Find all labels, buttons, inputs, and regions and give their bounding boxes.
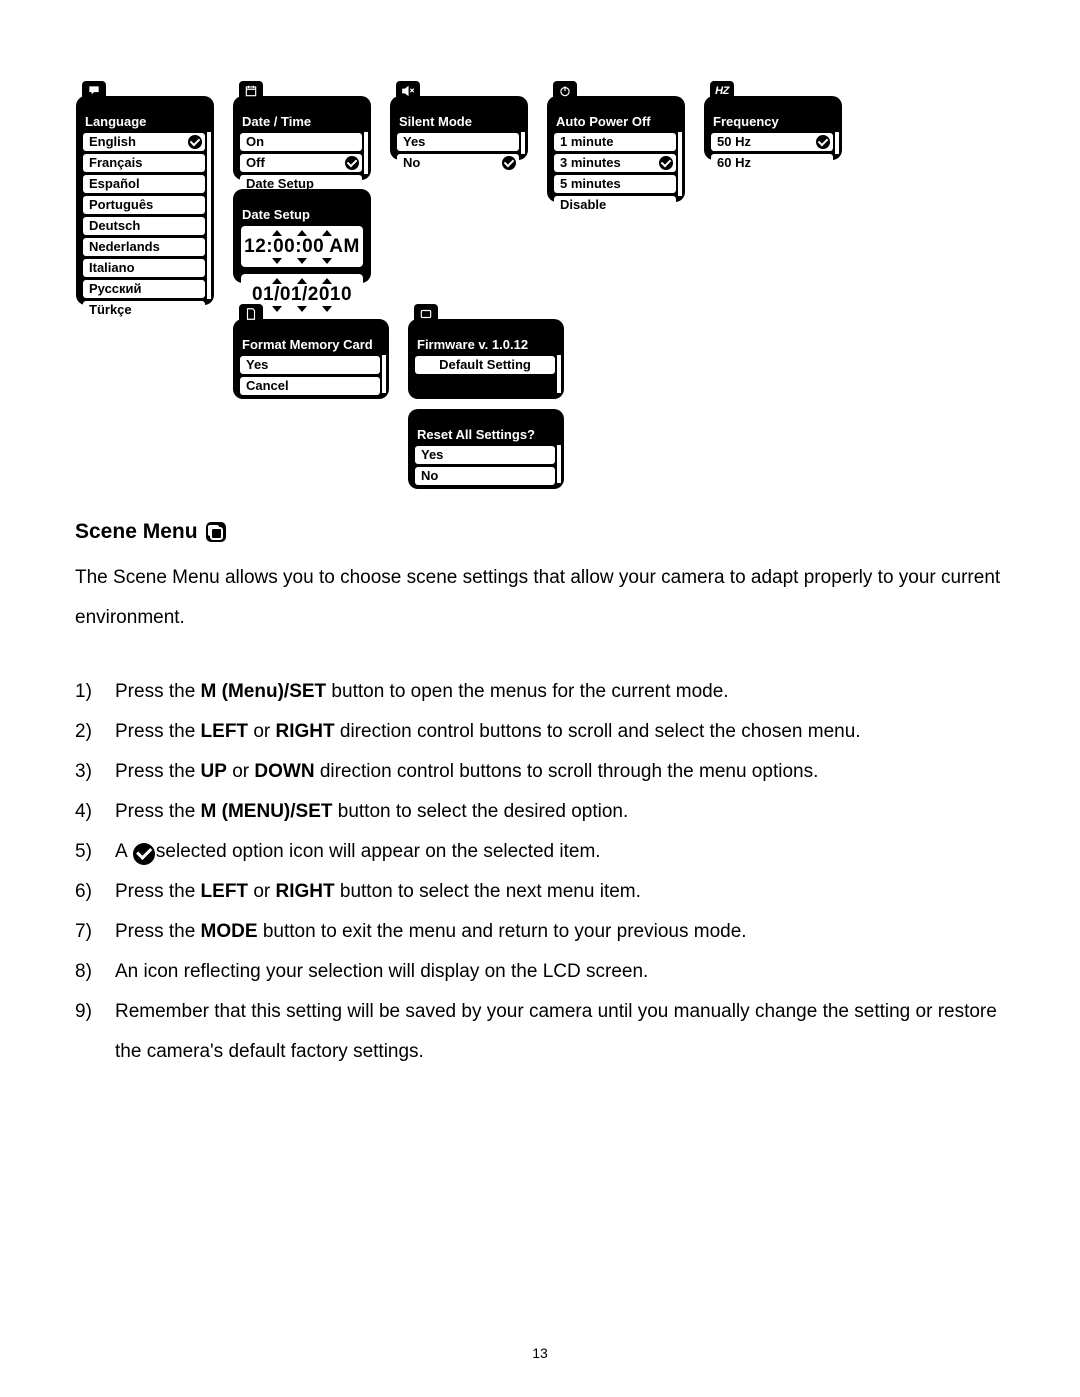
opt-espanol[interactable]: Español — [83, 175, 205, 193]
opt-50hz[interactable]: 50 Hz — [711, 133, 833, 151]
step-5: A selected option icon will appear on th… — [75, 832, 1007, 872]
menu-datesetup: Date Setup 12:00:00 AM 01/01/2010 — [233, 189, 371, 283]
language-icon — [82, 81, 106, 101]
menu-title: Language — [76, 114, 214, 133]
opt-1min[interactable]: 1 minute — [554, 133, 676, 151]
menu-datetime: Date / Time On Off Date Setup — [233, 96, 371, 180]
menu-firmware: Firmware v. 1.0.12 Default Setting — [408, 319, 564, 399]
scrollbar — [835, 132, 839, 154]
menu-title: Date / Time — [233, 114, 371, 133]
step-1: Press the M (Menu)/SET button to open th… — [75, 672, 1007, 712]
menu-title: Date Setup — [233, 207, 371, 226]
check-icon — [133, 843, 155, 865]
opt-on[interactable]: On — [240, 133, 362, 151]
check-icon — [188, 135, 202, 149]
heading-scene-menu: Scene Menu — [75, 520, 1007, 544]
menu-options: English Français Español Português Deuts… — [76, 133, 214, 325]
opt-no[interactable]: No — [415, 467, 555, 485]
check-icon — [816, 135, 830, 149]
menu-silent: Silent Mode Yes No — [390, 96, 528, 160]
menu-title: Auto Power Off — [547, 114, 685, 133]
check-icon — [659, 156, 673, 170]
scene-icon — [206, 522, 226, 542]
calendar-icon — [239, 81, 263, 101]
opt-yes[interactable]: Yes — [240, 356, 380, 374]
menu-frequency: HZ Frequency 50 Hz 60 Hz — [704, 96, 842, 160]
opt-italiano[interactable]: Italiano — [83, 259, 205, 277]
opt-nederlands[interactable]: Nederlands — [83, 238, 205, 256]
opt-deutsch[interactable]: Deutsch — [83, 217, 205, 235]
scrollbar — [364, 132, 368, 174]
menu-language: Language English Français Español Portug… — [76, 96, 214, 305]
menu-title: Reset All Settings? — [408, 427, 564, 446]
opt-yes[interactable]: Yes — [397, 133, 519, 151]
section-scene-menu: Scene Menu The Scene Menu allows you to … — [75, 520, 1007, 1072]
sdcard-icon — [239, 304, 263, 324]
page-number: 13 — [0, 1345, 1080, 1361]
menu-format: Format Memory Card Yes Cancel — [233, 319, 389, 399]
scrollbar — [521, 132, 525, 154]
time-field[interactable]: 12:00:00 AM — [241, 226, 363, 267]
opt-portugues[interactable]: Português — [83, 196, 205, 214]
menu-title: Silent Mode — [390, 114, 528, 133]
menu-reset: Reset All Settings? Yes No — [408, 409, 564, 489]
step-4: Press the M (MENU)/SET button to select … — [75, 792, 1007, 832]
intro-text: The Scene Menu allows you to choose scen… — [75, 558, 1007, 638]
menu-title: Format Memory Card — [233, 337, 389, 356]
opt-english[interactable]: English — [83, 133, 205, 151]
menu-options: Yes Cancel — [233, 356, 389, 401]
scrollbar — [382, 355, 386, 393]
opt-off[interactable]: Off — [240, 154, 362, 172]
firmware-icon — [414, 304, 438, 324]
scrollbar — [557, 355, 561, 393]
mute-icon — [396, 81, 420, 101]
menu-title: Firmware v. 1.0.12 — [408, 337, 564, 356]
opt-default[interactable]: Default Setting — [415, 356, 555, 374]
opt-3min[interactable]: 3 minutes — [554, 154, 676, 172]
opt-cancel[interactable]: Cancel — [240, 377, 380, 395]
hz-icon: HZ — [710, 81, 734, 101]
opt-francais[interactable]: Français — [83, 154, 205, 172]
menu-options: 50 Hz 60 Hz — [704, 133, 842, 178]
opt-5min[interactable]: 5 minutes — [554, 175, 676, 193]
menu-options: Yes No — [390, 133, 528, 178]
scrollbar — [678, 132, 682, 196]
menu-autopoweroff: Auto Power Off 1 minute 3 minutes 5 minu… — [547, 96, 685, 202]
menu-options: 1 minute 3 minutes 5 minutes Disable — [547, 133, 685, 220]
scrollbar — [207, 132, 211, 299]
opt-turkce[interactable]: Türkçe — [83, 301, 205, 319]
step-2: Press the LEFT or RIGHT direction contro… — [75, 712, 1007, 752]
check-icon — [502, 156, 516, 170]
opt-no[interactable]: No — [397, 154, 519, 172]
step-7: Press the MODE button to exit the menu a… — [75, 912, 1007, 952]
check-icon — [345, 156, 359, 170]
opt-60hz[interactable]: 60 Hz — [711, 154, 833, 172]
menu-title: Frequency — [704, 114, 842, 133]
menu-options: Default Setting — [408, 356, 564, 380]
menu-options: Yes No — [408, 446, 564, 491]
power-icon — [553, 81, 577, 101]
scrollbar — [557, 445, 561, 483]
opt-disable[interactable]: Disable — [554, 196, 676, 214]
step-9: Remember that this setting will be saved… — [75, 992, 1007, 1072]
step-3: Press the UP or DOWN direction control b… — [75, 752, 1007, 792]
steps-list: Press the M (Menu)/SET button to open th… — [75, 672, 1007, 1072]
step-8: An icon reflecting your selection will d… — [75, 952, 1007, 992]
step-6: Press the LEFT or RIGHT button to select… — [75, 872, 1007, 912]
opt-yes[interactable]: Yes — [415, 446, 555, 464]
opt-russian[interactable]: Русский — [83, 280, 205, 298]
